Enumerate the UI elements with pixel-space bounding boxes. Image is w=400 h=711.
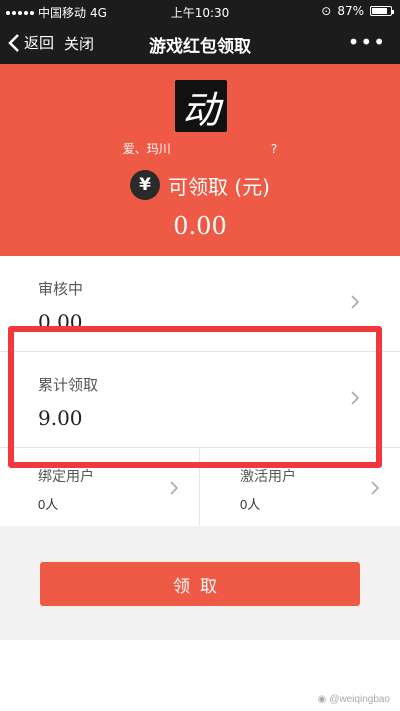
battery-icon xyxy=(370,6,394,16)
nav-bar: 返回 关闭 游戏红包领取 ••• xyxy=(0,22,400,64)
status-bar: 中国移动 4G 上午10:30 ⊙ 87% xyxy=(0,0,400,22)
battery-percent: 87% xyxy=(337,4,364,18)
watermark: ◉ @weiqingbao xyxy=(318,694,390,705)
bound-users-card[interactable]: 绑定用户 0人 xyxy=(0,448,200,526)
claimable-row: ¥ 可领取 (元) xyxy=(0,170,400,200)
activated-users-value: 0人 xyxy=(240,497,261,512)
total-claimed-card[interactable]: 累计领取 9.00 xyxy=(0,352,400,448)
activated-users-label: 激活用户 xyxy=(240,469,296,485)
more-icon[interactable]: ••• xyxy=(348,30,386,54)
claimable-value: 0.00 xyxy=(173,212,227,240)
rotation-lock-icon: ⊙ xyxy=(321,4,332,18)
bound-users-value: 0人 xyxy=(38,497,59,512)
activated-users-card[interactable]: 激活用户 0人 xyxy=(200,448,400,526)
total-claimed-label: 累计领取 xyxy=(38,376,99,394)
claimable-label: 可领取 (元) xyxy=(168,174,270,199)
weibo-icon: ◉ xyxy=(317,694,327,705)
chevron-right-icon xyxy=(169,480,179,496)
hero-banner: 动 爱、玛川? ¥ 可领取 (元) 0.00 xyxy=(0,64,400,256)
watermark-text: @weiqingbao xyxy=(329,694,390,705)
review-card[interactable]: 审核中 0.00 xyxy=(0,256,400,352)
game-logo: 动 xyxy=(175,80,227,132)
chevron-right-icon xyxy=(370,480,380,496)
claim-button[interactable]: 领取 xyxy=(40,562,360,606)
game-name-suffix: ? xyxy=(270,142,278,156)
yen-icon: ¥ xyxy=(130,170,161,200)
chevron-right-icon xyxy=(350,294,360,310)
chevron-right-icon xyxy=(350,390,360,406)
total-claimed-value: 9.00 xyxy=(38,406,83,430)
status-right: ⊙ 87% xyxy=(321,4,394,18)
page-title: 游戏红包领取 xyxy=(149,37,251,57)
game-name: 爱、玛川? xyxy=(0,140,400,157)
bound-users-label: 绑定用户 xyxy=(38,469,94,485)
game-name-text: 爱、玛川 xyxy=(122,142,171,156)
review-value: 0.00 xyxy=(38,310,83,334)
review-label: 审核中 xyxy=(38,280,84,298)
footer-area: ◉ @weiqingbao xyxy=(0,640,400,711)
